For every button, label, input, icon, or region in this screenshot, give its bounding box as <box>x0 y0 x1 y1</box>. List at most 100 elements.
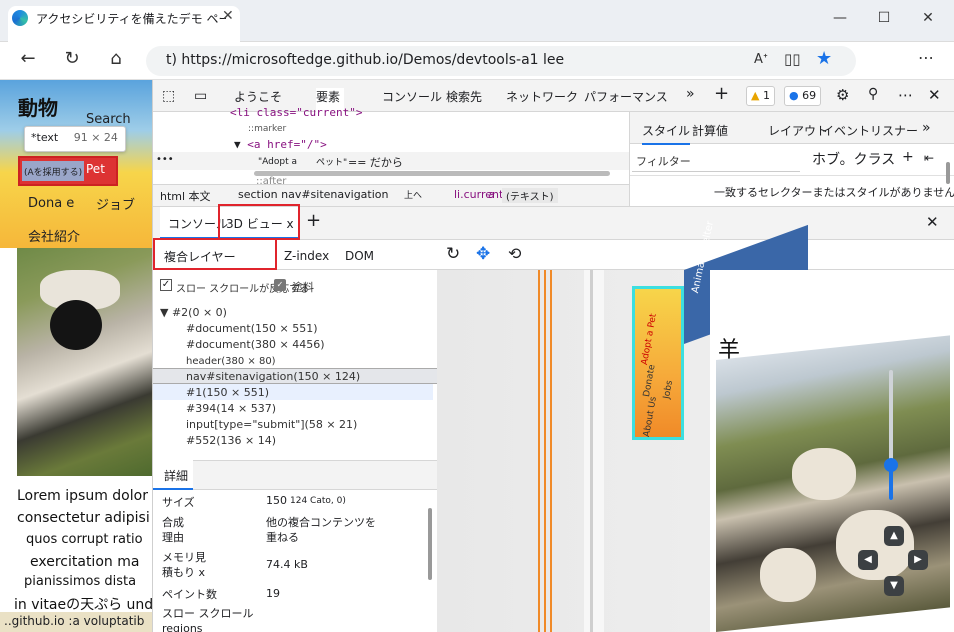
add-rule-icon[interactable]: + <box>902 149 914 165</box>
more-menu-icon[interactable]: ⋯ <box>918 48 934 67</box>
crumb-up[interactable]: 上へ <box>404 188 422 201</box>
sheep-shape <box>760 548 816 602</box>
crumb-a[interactable]: a <box>488 188 495 201</box>
device-emulation-icon[interactable]: ▭ <box>194 88 207 104</box>
tab-styles[interactable]: スタイル <box>642 122 691 145</box>
crumb-section-nav[interactable]: section nav#sitenavigation <box>238 188 389 201</box>
text-node-adopt: "Adopt a <box>258 157 297 167</box>
pan-up-icon[interactable]: ▲ <box>884 526 904 546</box>
layer-edge <box>550 270 552 632</box>
details-scrollbar[interactable] <box>428 508 432 580</box>
tab-welcome[interactable]: ようこそ <box>234 88 282 105</box>
inspect-tooltip: *text 91 × 24 <box>24 126 126 152</box>
favorite-star-icon[interactable]: ★ <box>816 48 832 69</box>
devtools-more-icon[interactable]: ⋯ <box>898 86 913 104</box>
subtab-dom[interactable]: DOM <box>345 249 374 263</box>
back-icon[interactable]: ← <box>16 48 40 69</box>
tree-item[interactable]: header(380 × 80) <box>186 356 276 367</box>
pan-right-icon[interactable]: ▶ <box>908 550 928 570</box>
tree-item[interactable]: #1(150 × 551) <box>186 386 269 399</box>
sheep-shape <box>792 448 856 500</box>
nav-link-jobs[interactable]: ジョブ <box>96 194 135 213</box>
tab-performance[interactable]: パフォーマンス <box>584 88 668 105</box>
close-drawer-icon[interactable]: ✕ <box>926 213 939 231</box>
close-devtools-icon[interactable]: ✕ <box>928 86 941 104</box>
nav-link-about[interactable]: 会社紹介 <box>28 226 80 245</box>
settings-gear-icon[interactable]: ⚙ <box>836 86 849 104</box>
tab-network[interactable]: ネットワーク <box>506 88 578 105</box>
pet-label: Pet <box>86 162 105 176</box>
status-bar: ..github.io :a voluptatib <box>0 612 152 632</box>
lorem-line: consectetur adipisi <box>17 510 150 526</box>
add-tab-icon[interactable]: + <box>714 83 729 104</box>
tab-title: アクセシビリティを備えたデモ ページは次の操作を行います。 <box>36 12 226 26</box>
lorem-line: pianissimos dista <box>24 574 137 589</box>
pan-mode-icon[interactable]: ✥ <box>476 244 490 264</box>
code-line-li[interactable]: <li class="current"> <box>230 106 362 119</box>
crumb-text[interactable]: (テキスト) <box>502 188 558 203</box>
minimize-icon[interactable]: — <box>830 10 850 26</box>
paint-checkbox[interactable]: ✓ <box>274 279 286 291</box>
warning-icon: ▲ <box>751 89 760 102</box>
anchor-tag: <a href="/"> <box>247 138 327 151</box>
search-label: Search <box>86 112 131 127</box>
pan-left-icon[interactable]: ◀ <box>858 550 878 570</box>
maximize-icon[interactable]: ☐ <box>874 10 894 26</box>
reset-view-icon[interactable]: ↻ <box>446 244 460 264</box>
tree-item[interactable]: #394(14 × 537) <box>186 402 276 415</box>
layer-edge <box>538 270 540 632</box>
tab-console[interactable]: コンソール <box>382 88 442 105</box>
breadcrumb <box>153 184 629 206</box>
rotate-mode-icon[interactable]: ⟲ <box>508 244 521 263</box>
issues-count: 69 <box>802 89 817 102</box>
code-line-anchor[interactable]: ▼ <a href="/"> <box>234 138 327 151</box>
feedback-icon[interactable]: ⚲ <box>868 86 878 102</box>
tab-event-listeners[interactable]: イベントリスナー <box>822 122 918 139</box>
nav-link-donate[interactable]: Dona e <box>28 196 74 211</box>
tab-details[interactable]: 詳細 <box>164 467 188 484</box>
tree-item[interactable]: #document(380 × 4456) <box>186 338 325 351</box>
issues-badge[interactable]: ● 69 <box>784 86 822 106</box>
read-aloud-icon[interactable]: Aᐩ <box>754 52 768 67</box>
tree-item[interactable]: #552(136 × 14) <box>186 434 276 447</box>
tree-item[interactable]: input[type="submit"](58 × 21) <box>186 418 357 431</box>
detail-key: ペイント数 <box>162 588 217 601</box>
hov-cls-toggle[interactable]: ホブ。クラス <box>812 149 895 169</box>
url-text[interactable]: t) https://microsoftedge.github.io/Demos… <box>166 52 564 68</box>
reader-view-icon[interactable]: ▯▯ <box>784 50 801 68</box>
crumb-html-body[interactable]: html 本文 <box>160 188 211 204</box>
zoom-slider-knob[interactable] <box>884 458 898 472</box>
text-node-pet: ペット" <box>316 158 348 168</box>
inspect-icon[interactable]: ⬚ <box>162 88 175 104</box>
close-tab-icon[interactable]: ✕ <box>222 8 234 24</box>
highlight-composited-layers <box>153 238 277 270</box>
code-line-marker[interactable]: ::marker <box>248 124 286 134</box>
crumb-li-current[interactable]: li.current <box>454 188 503 201</box>
slow-scroll-label: スロー スクロールが反応する <box>176 284 310 295</box>
tree-item[interactable]: ▼ #2(0 × 0) <box>160 306 227 319</box>
issues-icon: ● <box>789 89 799 102</box>
tab-sources[interactable]: 検索先 <box>446 88 482 105</box>
tab-layout[interactable]: レイアウト <box>768 122 828 139</box>
detail-key: サイズ <box>162 496 195 509</box>
detail-key: メモリ見 積もり x <box>162 551 206 579</box>
detail-value: 他の複合コンテンツを 重ねる <box>266 516 376 544</box>
styles-scrollbar[interactable] <box>946 162 950 184</box>
tree-item[interactable]: nav#sitenavigation(150 × 124) <box>186 370 360 383</box>
sidebar-toggle-icon[interactable]: ⇤ <box>924 151 934 165</box>
refresh-icon[interactable]: ↻ <box>60 48 84 69</box>
tab-computed[interactable]: 計算値 <box>692 122 728 139</box>
warnings-badge[interactable]: ▲ 1 <box>746 86 775 106</box>
home-icon[interactable]: ⌂ <box>104 48 128 69</box>
horizontal-scrollbar[interactable] <box>254 171 610 176</box>
tree-item[interactable]: #document(150 × 551) <box>186 322 318 335</box>
more-tabs-icon[interactable]: » <box>686 86 695 102</box>
styles-more-icon[interactable]: » <box>922 120 931 136</box>
slow-scroll-checkbox[interactable]: ✓ <box>160 279 172 291</box>
add-drawer-tab-icon[interactable]: + <box>306 210 321 231</box>
detail-key: スロー スクロール regions <box>162 607 254 632</box>
subtab-z-index[interactable]: Z-index <box>284 249 329 263</box>
pan-down-icon[interactable]: ▼ <box>884 576 904 596</box>
close-window-icon[interactable]: ✕ <box>918 10 938 26</box>
site-title: 動物 <box>18 96 58 120</box>
